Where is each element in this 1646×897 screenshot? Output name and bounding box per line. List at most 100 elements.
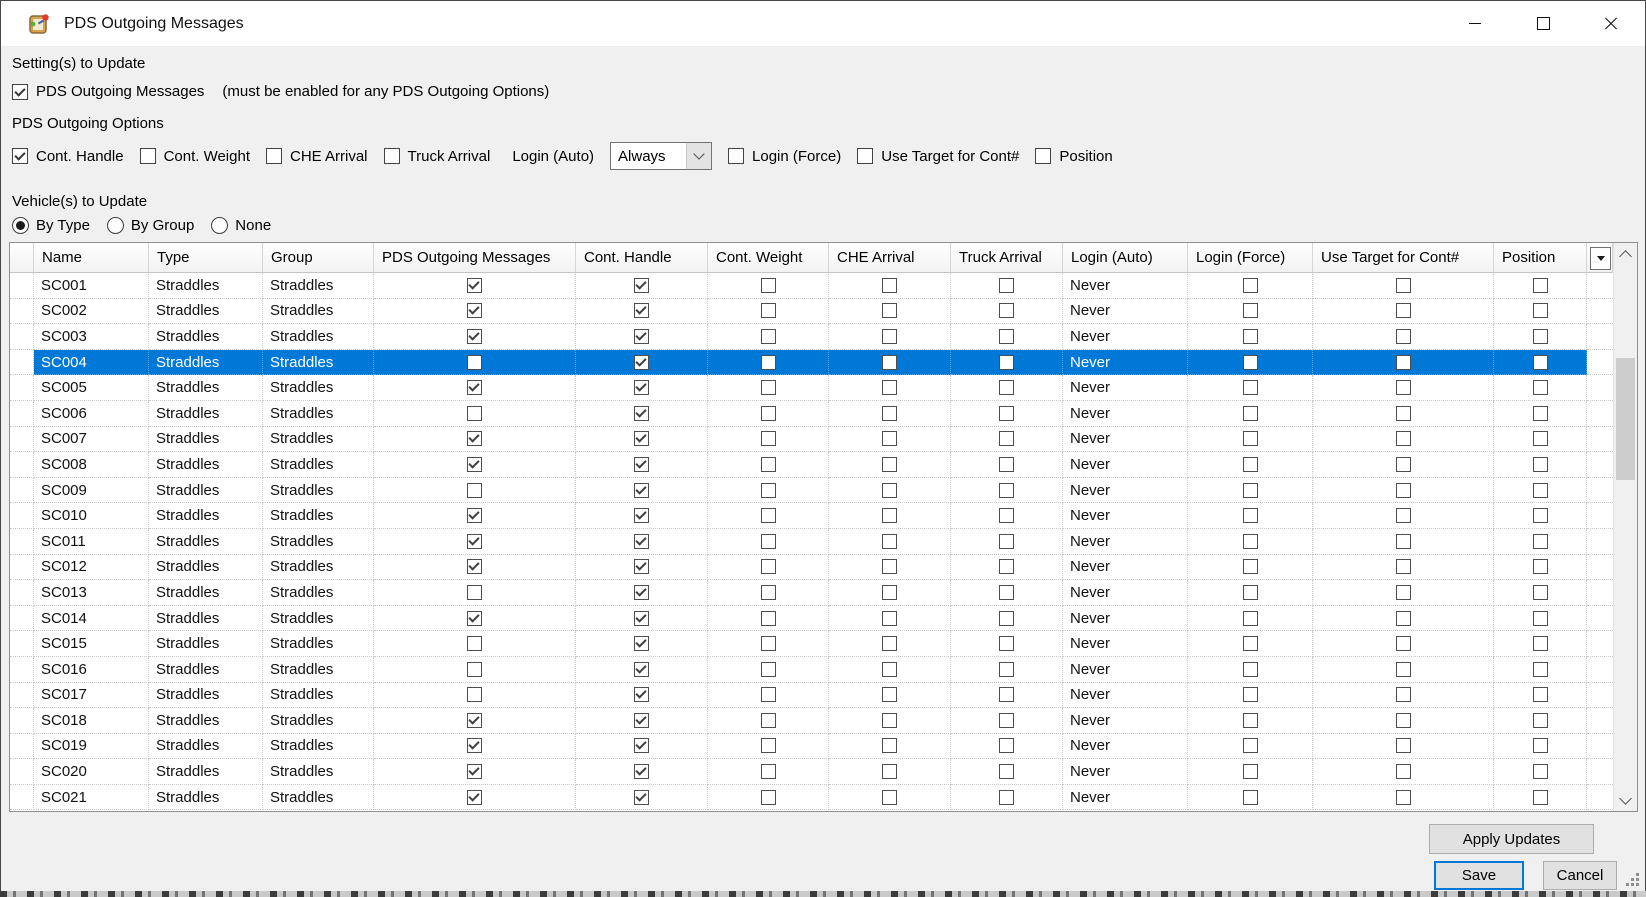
- checkbox-truck-arrival[interactable]: Truck Arrival: [383, 148, 490, 165]
- cell-conthandle-checkbox[interactable]: [576, 733, 708, 760]
- cell-loginforce-checkbox[interactable]: [1188, 324, 1313, 350]
- cell-truckarrival-checkbox[interactable]: [951, 477, 1063, 504]
- cell-truckarrival-checkbox[interactable]: [951, 273, 1063, 299]
- cell-chearrival-checkbox[interactable]: [829, 477, 951, 504]
- cell-position-checkbox[interactable]: [1494, 298, 1587, 325]
- cell-loginforce-checkbox[interactable]: [1188, 580, 1313, 606]
- table-row[interactable]: SC015 Straddles Straddles Never: [10, 631, 1613, 657]
- checkbox-cont-weight[interactable]: Cont. Weight: [139, 148, 250, 165]
- cell-loginforce-checkbox[interactable]: [1188, 682, 1313, 709]
- cell-conthandle-checkbox[interactable]: [576, 452, 708, 478]
- cell-truckarrival-checkbox[interactable]: [951, 503, 1063, 529]
- column-header-name[interactable]: Name: [34, 243, 149, 273]
- checkbox-login-force[interactable]: Login (Force): [728, 148, 841, 165]
- cell-truckarrival-checkbox[interactable]: [951, 400, 1063, 427]
- table-row[interactable]: SC021 Straddles Straddles Never: [10, 784, 1613, 811]
- cell-chearrival-checkbox[interactable]: [829, 554, 951, 581]
- cell-contweight-checkbox[interactable]: [708, 528, 829, 555]
- cell-truckarrival-checkbox[interactable]: [951, 656, 1063, 683]
- cell-contweight-checkbox[interactable]: [708, 375, 829, 401]
- cell-pds-checkbox[interactable]: [374, 452, 576, 478]
- cell-position-checkbox[interactable]: [1494, 426, 1587, 453]
- cell-chearrival-checkbox[interactable]: [829, 273, 951, 299]
- table-row[interactable]: SC011 Straddles Straddles Never: [10, 528, 1613, 555]
- cell-usetarget-checkbox[interactable]: [1313, 759, 1494, 785]
- cell-conthandle-checkbox[interactable]: [576, 708, 708, 734]
- cell-truckarrival-checkbox[interactable]: [951, 759, 1063, 785]
- cell-loginforce-checkbox[interactable]: [1188, 656, 1313, 683]
- cell-pds-checkbox[interactable]: [374, 298, 576, 325]
- cell-position-checkbox[interactable]: [1494, 349, 1587, 376]
- cell-loginforce-checkbox[interactable]: [1188, 273, 1313, 299]
- cell-contweight-checkbox[interactable]: [708, 324, 829, 350]
- column-header-login-force[interactable]: Login (Force): [1188, 243, 1313, 273]
- save-button[interactable]: Save: [1434, 861, 1524, 890]
- cell-chearrival-checkbox[interactable]: [829, 682, 951, 709]
- scrollbar-thumb[interactable]: [1616, 358, 1635, 480]
- cell-loginforce-checkbox[interactable]: [1188, 784, 1313, 811]
- cell-conthandle-checkbox[interactable]: [576, 400, 708, 427]
- table-row[interactable]: SC002 Straddles Straddles Never: [10, 298, 1613, 325]
- cell-conthandle-checkbox[interactable]: [576, 656, 708, 683]
- column-header-cont-handle[interactable]: Cont. Handle: [576, 243, 708, 273]
- table-row[interactable]: SC006 Straddles Straddles Never: [10, 400, 1613, 427]
- checkbox-cont-handle[interactable]: Cont. Handle: [12, 148, 124, 165]
- cell-conthandle-checkbox[interactable]: [576, 375, 708, 401]
- cell-contweight-checkbox[interactable]: [708, 477, 829, 504]
- cell-position-checkbox[interactable]: [1494, 784, 1587, 811]
- cell-position-checkbox[interactable]: [1494, 528, 1587, 555]
- cell-usetarget-checkbox[interactable]: [1313, 708, 1494, 734]
- cell-position-checkbox[interactable]: [1494, 400, 1587, 427]
- column-header-type[interactable]: Type: [149, 243, 263, 273]
- cell-pds-checkbox[interactable]: [374, 580, 576, 606]
- cell-contweight-checkbox[interactable]: [708, 503, 829, 529]
- cell-truckarrival-checkbox[interactable]: [951, 324, 1063, 350]
- checkbox-che-arrival[interactable]: CHE Arrival: [266, 148, 368, 165]
- table-row[interactable]: SC007 Straddles Straddles Never: [10, 426, 1613, 453]
- minimize-button[interactable]: [1441, 1, 1509, 46]
- cell-loginforce-checkbox[interactable]: [1188, 631, 1313, 657]
- cell-chearrival-checkbox[interactable]: [829, 656, 951, 683]
- checkbox-position[interactable]: Position: [1035, 148, 1113, 165]
- cell-contweight-checkbox[interactable]: [708, 400, 829, 427]
- cell-truckarrival-checkbox[interactable]: [951, 784, 1063, 811]
- cell-conthandle-checkbox[interactable]: [576, 503, 708, 529]
- resize-grip[interactable]: [1626, 873, 1640, 887]
- cell-usetarget-checkbox[interactable]: [1313, 273, 1494, 299]
- column-header-cont-weight[interactable]: Cont. Weight: [708, 243, 829, 273]
- cell-position-checkbox[interactable]: [1494, 554, 1587, 581]
- cell-pds-checkbox[interactable]: [374, 631, 576, 657]
- table-row[interactable]: SC001 Straddles Straddles Never: [10, 273, 1613, 299]
- cell-contweight-checkbox[interactable]: [708, 452, 829, 478]
- cell-truckarrival-checkbox[interactable]: [951, 375, 1063, 401]
- cell-conthandle-checkbox[interactable]: [576, 580, 708, 606]
- cell-chearrival-checkbox[interactable]: [829, 503, 951, 529]
- cell-loginforce-checkbox[interactable]: [1188, 426, 1313, 453]
- cell-loginforce-checkbox[interactable]: [1188, 400, 1313, 427]
- cell-usetarget-checkbox[interactable]: [1313, 580, 1494, 606]
- cell-contweight-checkbox[interactable]: [708, 631, 829, 657]
- cell-chearrival-checkbox[interactable]: [829, 580, 951, 606]
- cell-truckarrival-checkbox[interactable]: [951, 580, 1063, 606]
- cell-position-checkbox[interactable]: [1494, 708, 1587, 734]
- cell-usetarget-checkbox[interactable]: [1313, 784, 1494, 811]
- cell-loginforce-checkbox[interactable]: [1188, 349, 1313, 376]
- cell-position-checkbox[interactable]: [1494, 631, 1587, 657]
- cell-pds-checkbox[interactable]: [374, 375, 576, 401]
- cell-truckarrival-checkbox[interactable]: [951, 298, 1063, 325]
- cell-chearrival-checkbox[interactable]: [829, 784, 951, 811]
- cell-contweight-checkbox[interactable]: [708, 605, 829, 632]
- cell-usetarget-checkbox[interactable]: [1313, 503, 1494, 529]
- close-button[interactable]: [1577, 1, 1645, 46]
- cell-truckarrival-checkbox[interactable]: [951, 708, 1063, 734]
- radio-none[interactable]: None: [211, 217, 271, 234]
- cell-contweight-checkbox[interactable]: [708, 426, 829, 453]
- cell-pds-checkbox[interactable]: [374, 708, 576, 734]
- cell-contweight-checkbox[interactable]: [708, 759, 829, 785]
- column-header-position[interactable]: Position: [1494, 243, 1587, 273]
- table-row[interactable]: SC003 Straddles Straddles Never: [10, 324, 1613, 350]
- cell-pds-checkbox[interactable]: [374, 503, 576, 529]
- chevron-down-icon[interactable]: [686, 143, 712, 169]
- column-header-truck-arrival[interactable]: Truck Arrival: [951, 243, 1063, 273]
- cell-chearrival-checkbox[interactable]: [829, 759, 951, 785]
